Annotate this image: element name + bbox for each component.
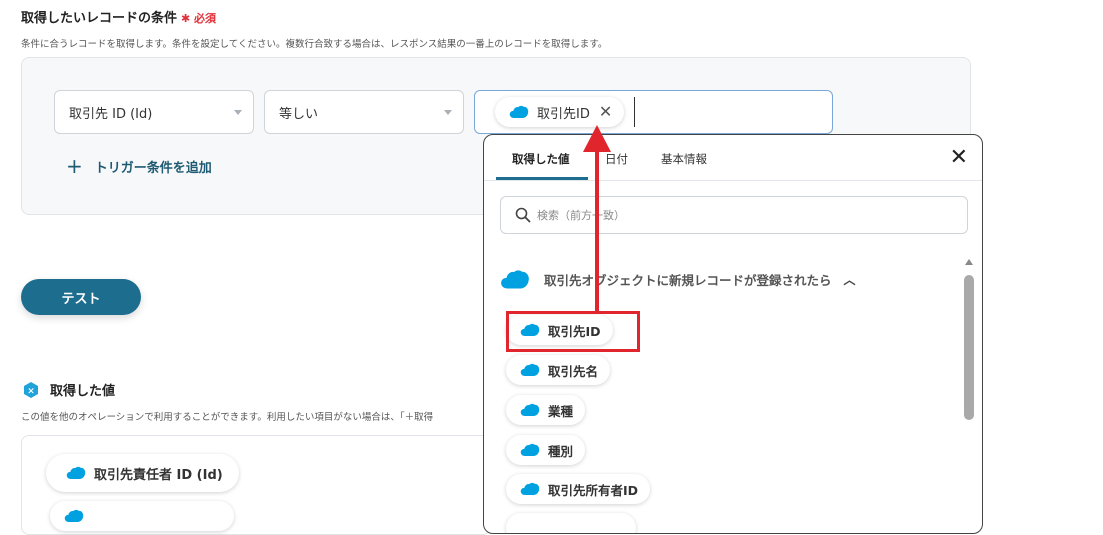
scrollbar-thumb[interactable] <box>964 275 974 420</box>
caret-down-icon <box>234 110 242 115</box>
plus-icon: + <box>66 154 83 178</box>
salesforce-cloud-icon <box>520 482 540 495</box>
search-input[interactable]: 検索（前方一致） <box>500 196 968 234</box>
option-partial[interactable] <box>506 513 636 533</box>
option-chip[interactable] <box>506 513 636 533</box>
active-tab-indicator <box>496 177 588 180</box>
scrollbar[interactable] <box>962 259 976 533</box>
remove-chip-icon[interactable]: ✕ <box>599 104 612 120</box>
text-cursor <box>634 97 635 127</box>
search-placeholder: 検索（前方一致） <box>537 209 625 222</box>
svg-text:×: × <box>27 386 35 396</box>
option-label: 取引先所有者ID <box>548 482 639 498</box>
field-select[interactable]: 取引先 ID (Id) <box>54 90 254 134</box>
search-icon <box>515 207 531 223</box>
trigger-group-header[interactable]: 取引先オブジェクトに新規レコードが登録されたら ︿ <box>500 269 856 290</box>
tab-date[interactable]: 日付 <box>605 151 628 167</box>
values-title: 取得した値 <box>50 384 116 399</box>
close-icon[interactable]: ✕ <box>950 147 968 169</box>
chevron-up-icon: ︿ <box>843 273 856 287</box>
values-heading: × 取得した値 <box>22 380 115 399</box>
caret-down-icon <box>444 110 452 115</box>
value-item-chip[interactable] <box>50 501 234 531</box>
option-chip[interactable]: 取引先名 <box>506 355 611 385</box>
option-type[interactable]: 種別 <box>506 435 586 465</box>
salesforce-cloud-icon <box>64 509 84 522</box>
condition-description: 条件に合うレコードを取得します。条件を設定してください。複数行合致する場合は、レ… <box>21 39 608 50</box>
add-trigger-label: トリガー条件を追加 <box>94 160 212 176</box>
option-chip[interactable]: 業種 <box>506 395 586 425</box>
required-mark: ✱ 必須 <box>181 12 217 25</box>
option-industry[interactable]: 業種 <box>506 395 586 425</box>
salesforce-cloud-icon <box>520 403 540 416</box>
value-item-chip[interactable]: 取引先責任者 ID (Id) <box>46 454 239 492</box>
salesforce-cloud-icon <box>509 105 529 118</box>
option-owner-id[interactable]: 取引先所有者ID <box>506 474 651 504</box>
operator-select[interactable]: 等しい <box>264 90 464 134</box>
tab-basic-info[interactable]: 基本情報 <box>661 151 707 167</box>
value-item-label: 取引先責任者 ID (Id) <box>94 467 223 483</box>
group-label: 取引先オブジェクトに新規レコードが登録されたら <box>544 273 832 288</box>
option-chip[interactable]: 取引先所有者ID <box>506 474 651 504</box>
hexagon-badge-icon: × <box>24 381 38 398</box>
option-account-name[interactable]: 取引先名 <box>506 355 611 385</box>
salesforce-cloud-icon <box>501 270 529 289</box>
operator-select-value: 等しい <box>279 106 319 122</box>
scroll-up-arrow-icon[interactable] <box>965 259 973 265</box>
tab-acquired-values[interactable]: 取得した値 <box>512 151 570 167</box>
highlight-box <box>506 311 640 352</box>
salesforce-cloud-icon <box>66 466 86 479</box>
tab-bar: 取得した値 日付 基本情報 ✕ <box>484 135 982 181</box>
field-select-value: 取引先 ID (Id) <box>69 106 153 122</box>
option-label: 業種 <box>548 403 574 419</box>
option-label: 種別 <box>548 443 574 459</box>
values-description: この値を他のオペレーションで利用することができます。利用したい項目がない場合は、… <box>21 412 434 423</box>
condition-title: 取得したいレコードの条件 ✱ 必須 <box>21 11 217 26</box>
salesforce-cloud-icon <box>520 363 540 376</box>
option-chip[interactable]: 種別 <box>506 435 586 465</box>
option-label: 取引先名 <box>548 363 599 379</box>
add-trigger-condition-button[interactable]: + トリガー条件を追加 <box>66 156 212 176</box>
test-button[interactable]: テスト <box>21 279 141 315</box>
salesforce-cloud-icon <box>520 443 540 456</box>
value-chip[interactable]: 取引先ID ✕ <box>495 97 625 127</box>
value-chip-label: 取引先ID <box>537 106 590 122</box>
value-picker-dropdown: 取得した値 日付 基本情報 ✕ 検索（前方一致） 取引先オブジェクトに新規レコー… <box>483 134 983 534</box>
